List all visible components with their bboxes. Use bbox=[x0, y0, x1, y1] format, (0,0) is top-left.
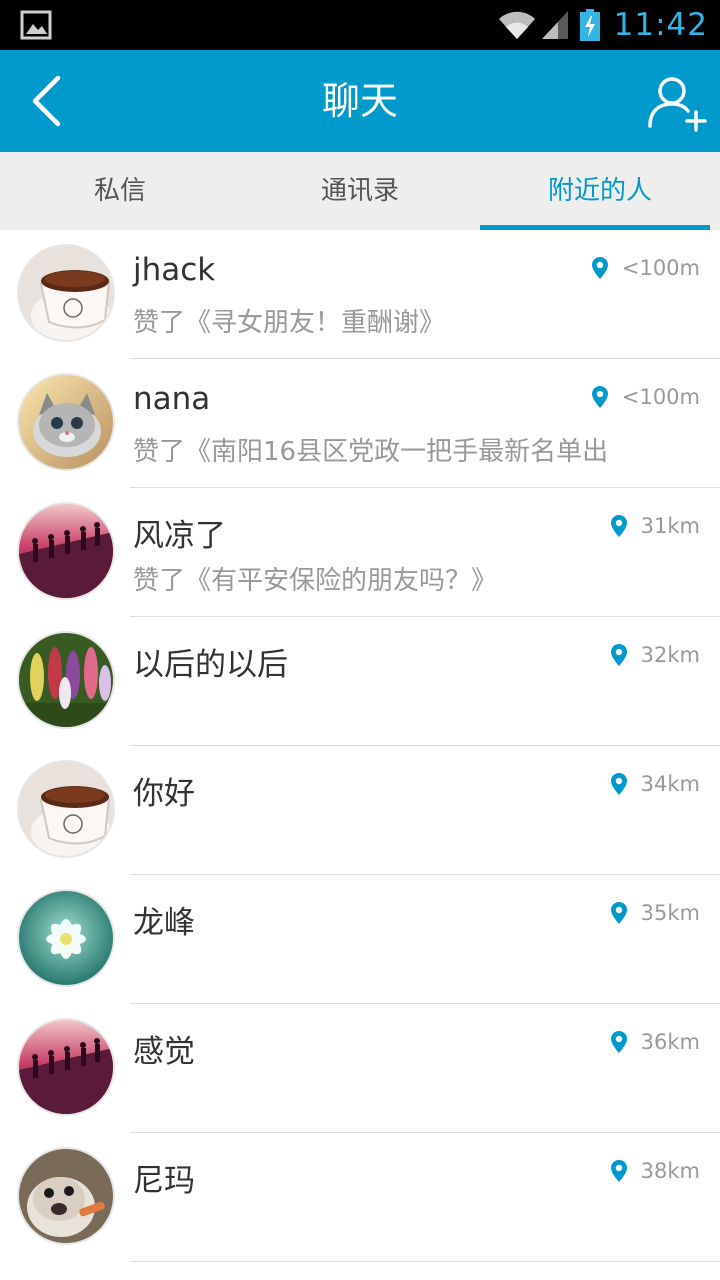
distance-label: 36km bbox=[640, 1030, 700, 1054]
location-pin-icon bbox=[610, 773, 627, 795]
tab-label: 通讯录 bbox=[320, 176, 399, 206]
nearby-people-list: jhack 赞了《寻女朋友！重酬谢》 <100m nana 赞了《南阳16县区党… bbox=[0, 230, 720, 1262]
list-item[interactable]: 龙峰 35km bbox=[0, 875, 720, 1004]
person-name: nana bbox=[133, 381, 211, 417]
add-friend-icon bbox=[648, 77, 707, 132]
distance-label: 32km bbox=[640, 643, 700, 667]
list-item[interactable]: 尼玛 38km bbox=[0, 1133, 720, 1262]
person-name: 感觉 bbox=[133, 1034, 195, 1070]
person-name: 风凉了 bbox=[133, 518, 226, 554]
tab-private-messages[interactable]: 私信 bbox=[0, 152, 240, 230]
tab-nearby-people[interactable]: 附近的人 bbox=[480, 152, 720, 230]
distance: 35km bbox=[610, 901, 700, 925]
distance-label: 38km bbox=[640, 1159, 700, 1183]
location-pin-icon bbox=[610, 515, 627, 537]
list-item[interactable]: 感觉 36km bbox=[0, 1004, 720, 1133]
location-pin-icon bbox=[591, 257, 608, 279]
tab-label: 私信 bbox=[93, 176, 146, 206]
person-name: 尼玛 bbox=[133, 1163, 195, 1199]
location-pin-icon bbox=[610, 644, 627, 666]
status-bar: 11:42 bbox=[0, 0, 720, 50]
distance: <100m bbox=[591, 256, 700, 280]
page-title: 聊天 bbox=[321, 79, 398, 123]
distance: 38km bbox=[610, 1159, 700, 1183]
distance-label: 31km bbox=[640, 514, 700, 538]
app-header: 聊天 bbox=[0, 50, 720, 152]
avatar[interactable] bbox=[17, 1018, 115, 1116]
distance: 32km bbox=[610, 643, 700, 667]
location-pin-icon bbox=[591, 386, 608, 408]
location-pin-icon bbox=[610, 1031, 627, 1053]
divider bbox=[130, 1261, 720, 1262]
location-pin-icon bbox=[610, 1160, 627, 1182]
gallery-icon bbox=[20, 10, 52, 40]
signal-icon bbox=[541, 11, 568, 39]
distance-label: 34km bbox=[640, 772, 700, 796]
list-item[interactable]: 你好 34km bbox=[0, 746, 720, 875]
person-activity: 赞了《寻女朋友！重酬谢》 bbox=[133, 308, 446, 338]
avatar[interactable] bbox=[17, 631, 115, 729]
list-item[interactable]: jhack 赞了《寻女朋友！重酬谢》 <100m bbox=[0, 230, 720, 359]
tab-bar: 私信 通讯录 附近的人 bbox=[0, 152, 720, 230]
person-activity: 赞了《有平安保险的朋友吗？》 bbox=[133, 566, 498, 596]
add-friend-button[interactable] bbox=[644, 70, 712, 134]
distance-label: 35km bbox=[640, 901, 700, 925]
person-name: 龙峰 bbox=[133, 905, 195, 941]
list-item[interactable]: 风凉了 赞了《有平安保险的朋友吗？》 31km bbox=[0, 488, 720, 617]
list-item[interactable]: nana 赞了《南阳16县区党政一把手最新名单出 <100m bbox=[0, 359, 720, 488]
distance: 34km bbox=[610, 772, 700, 796]
avatar[interactable] bbox=[17, 244, 115, 342]
person-name: 你好 bbox=[133, 776, 195, 812]
distance-label: <100m bbox=[621, 385, 700, 409]
avatar[interactable] bbox=[17, 1147, 115, 1245]
distance: 31km bbox=[610, 514, 700, 538]
person-name: 以后的以后 bbox=[133, 647, 288, 683]
back-arrow-icon bbox=[32, 75, 61, 127]
tab-contacts[interactable]: 通讯录 bbox=[240, 152, 480, 230]
person-name: jhack bbox=[133, 252, 216, 288]
avatar[interactable] bbox=[17, 760, 115, 858]
distance: <100m bbox=[591, 385, 700, 409]
distance: 36km bbox=[610, 1030, 700, 1054]
person-activity: 赞了《南阳16县区党政一把手最新名单出 bbox=[133, 437, 609, 467]
location-pin-icon bbox=[610, 902, 627, 924]
battery-charging-icon bbox=[579, 9, 600, 41]
avatar[interactable] bbox=[17, 502, 115, 600]
status-time: 11:42 bbox=[613, 7, 708, 43]
back-button[interactable] bbox=[18, 72, 74, 130]
tab-label: 附近的人 bbox=[547, 176, 652, 206]
avatar[interactable] bbox=[17, 889, 115, 987]
distance-label: <100m bbox=[621, 256, 700, 280]
wifi-icon bbox=[498, 11, 535, 39]
avatar[interactable] bbox=[17, 373, 115, 471]
list-item[interactable]: 以后的以后 32km bbox=[0, 617, 720, 746]
